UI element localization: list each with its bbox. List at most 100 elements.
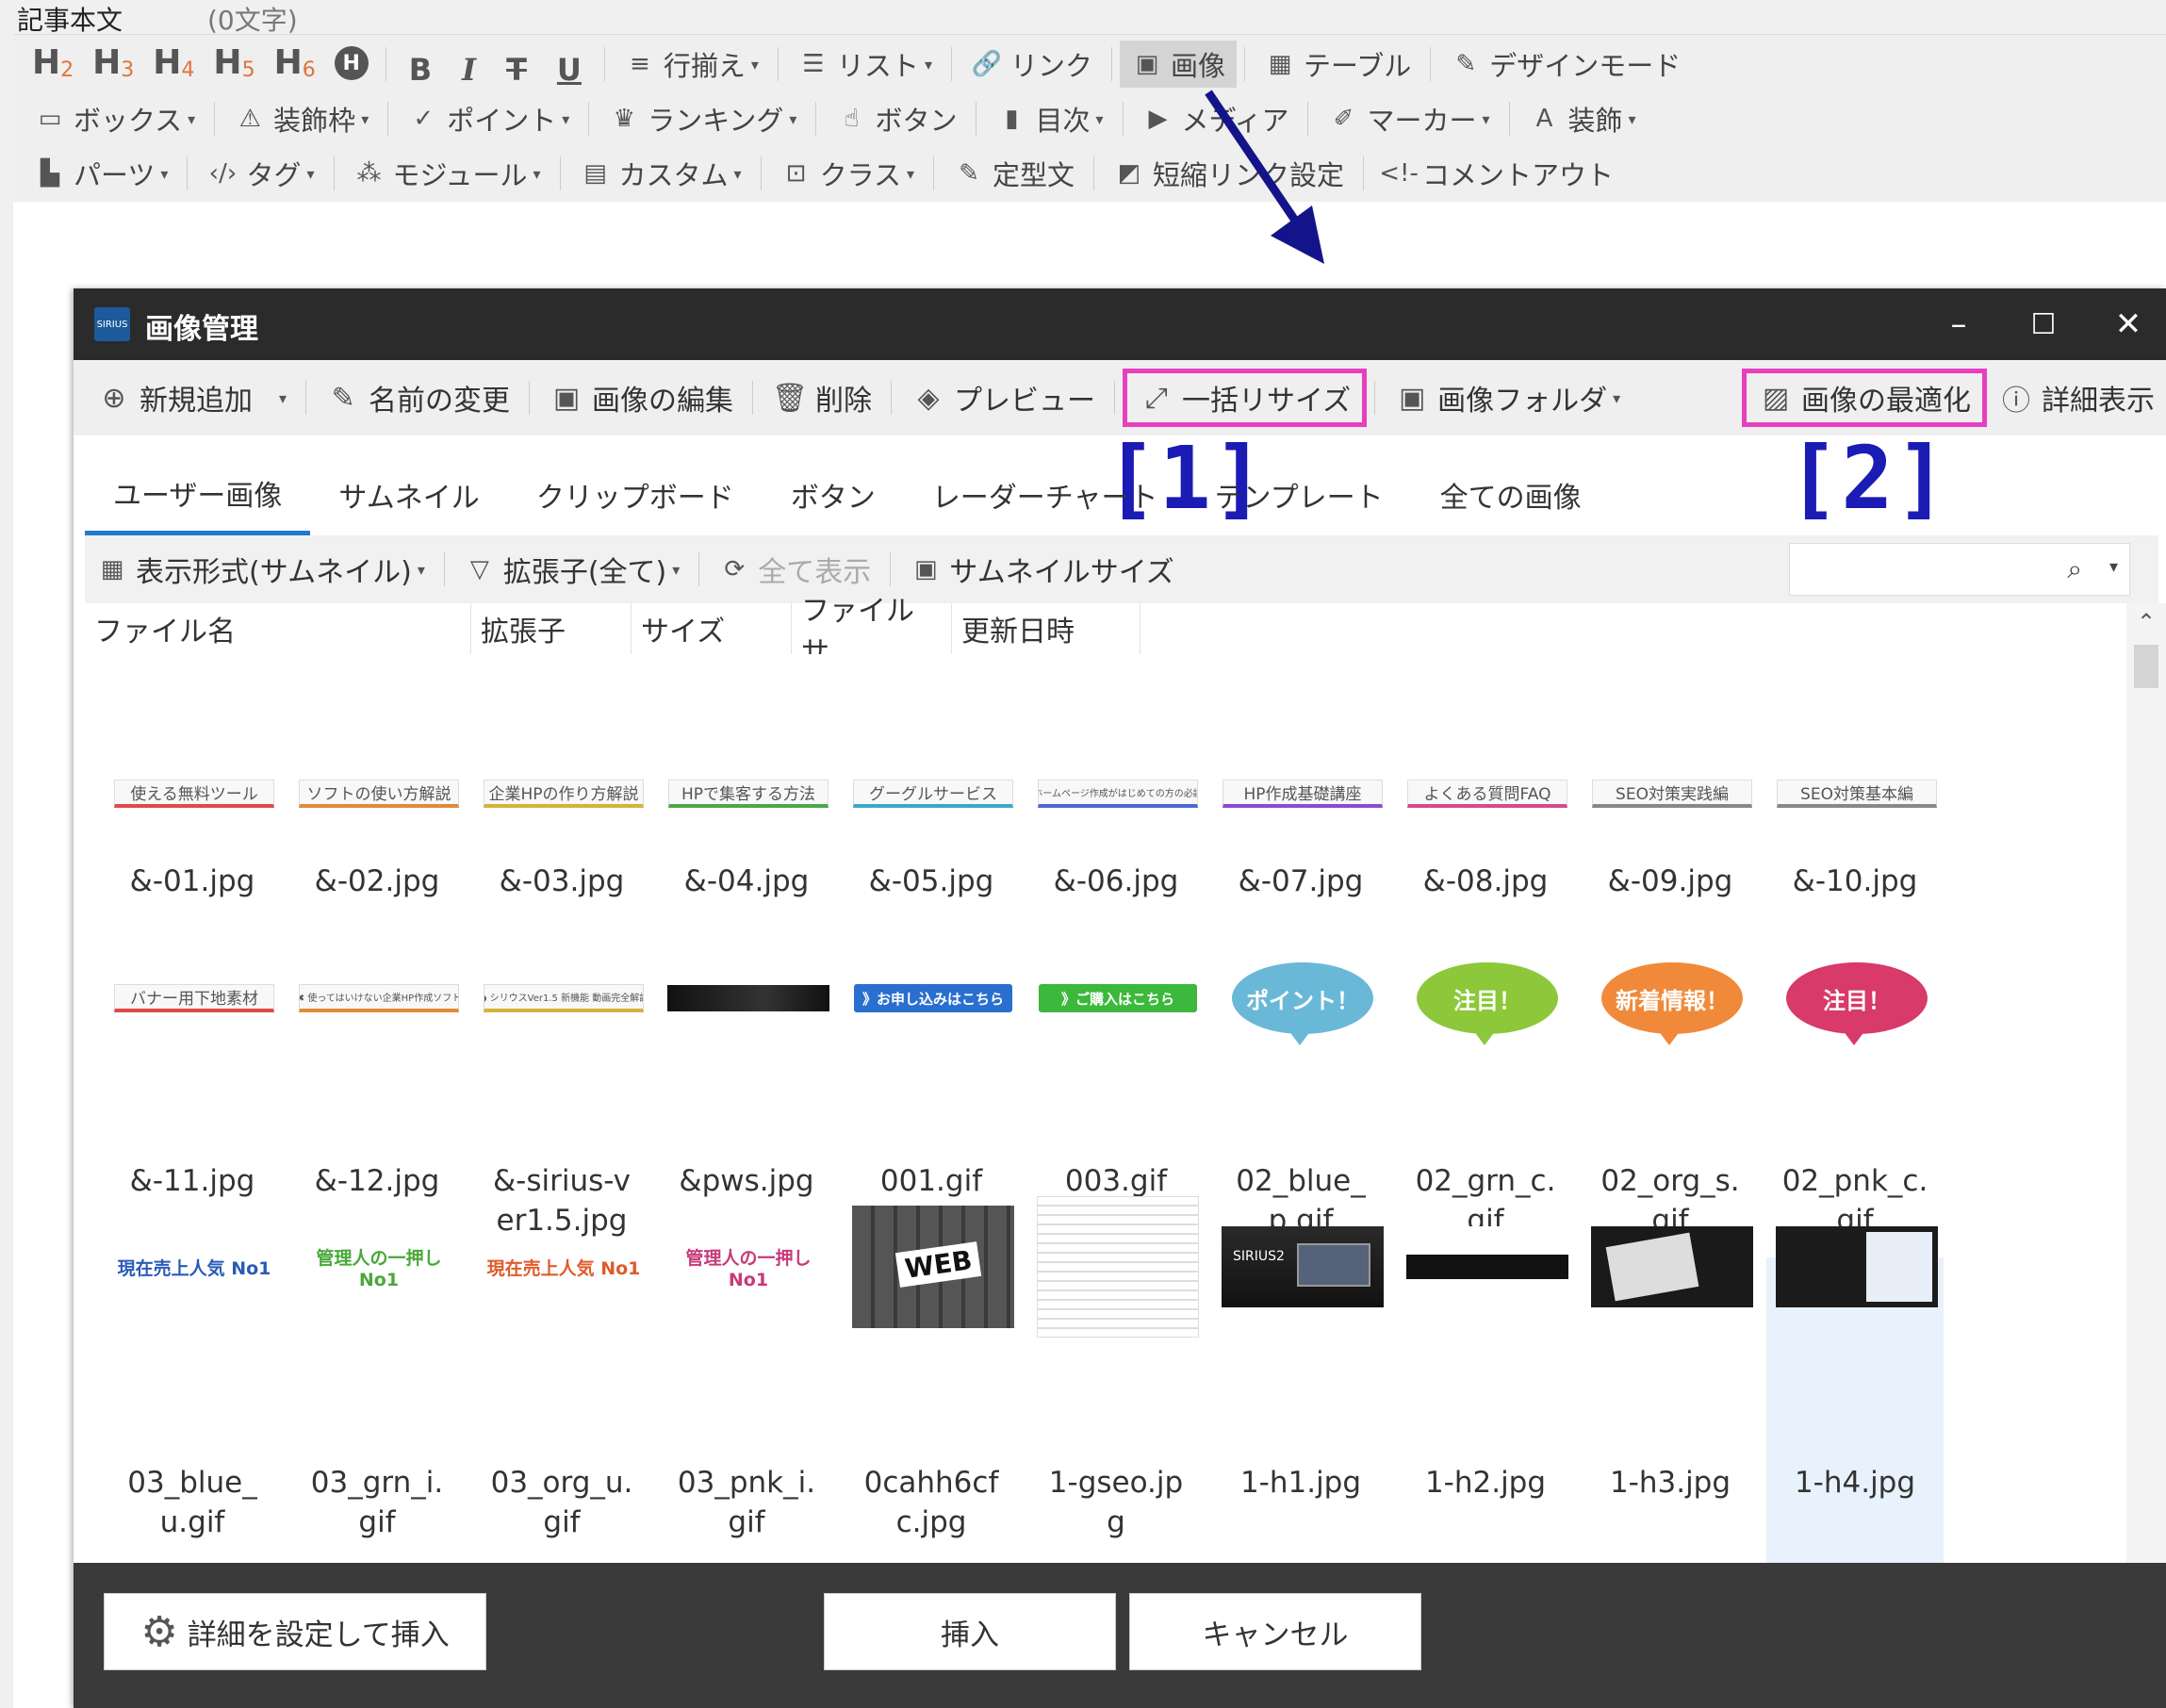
column-header[interactable]: 更新日時	[952, 603, 1140, 654]
maximize-button[interactable]: ☐	[2006, 298, 2081, 351]
editor-design-mode-button[interactable]: ✎ デザインモード	[1438, 41, 1692, 88]
vertical-scrollbar[interactable]: ⌃ ⌄	[2126, 603, 2166, 1650]
editor-code-tag-button[interactable]: ‹/› タグ ▾	[195, 150, 325, 197]
search-icon[interactable]: ⌕	[2067, 553, 2082, 585]
editor-box-button[interactable]: ▭ ボックス ▾	[23, 95, 206, 142]
file-name: 1-h1.jpg	[1239, 1466, 1362, 1500]
minimize-button[interactable]: –	[1921, 298, 1996, 351]
filter-refresh-button[interactable]: ⟳ 全て表示	[707, 546, 882, 593]
editor-book-button[interactable]: ▮ 目次 ▾	[984, 95, 1114, 142]
search-box[interactable]: ⌕ ▾	[1789, 543, 2130, 596]
chevron-down-icon: ▾	[733, 164, 742, 183]
insert-button[interactable]: 挿入	[824, 1593, 1116, 1670]
editor-font-size-button[interactable]: A 装飾 ▾	[1518, 95, 1648, 142]
editor-align-button[interactable]: ≡ 行揃え ▾	[613, 41, 770, 88]
editor-toolbar: H 2 H 3 H 4 H 5 H 6 H B I T U ≡ 行揃え ▾ ☰ リスト ▾ 🔗 リンク ▣ 画像 ▦ テーブル ✎ デザ…	[13, 34, 2166, 202]
thumbnail-frame	[667, 928, 829, 1069]
column-header[interactable]: 拡張子	[471, 603, 632, 654]
chevron-down-icon[interactable]: ▾	[2109, 557, 2118, 577]
heading-h6-button[interactable]: H6	[265, 41, 325, 88]
dialog-trash-button[interactable]: 🗑 削除	[761, 369, 883, 427]
heading-circle-button[interactable]: H	[325, 41, 378, 88]
editor-label: コメントアウト	[1422, 159, 1615, 191]
column-header[interactable]: サイズ	[632, 603, 792, 654]
editor-toolbar-row-3: ▙ パーツ ▾ ‹/› タグ ▾ ⁂ モジュール ▾ ▤ カスタム ▾ ⊡ クラス ▾ ✎ 定型文 ◩ 短縮リンク設…	[23, 148, 1625, 199]
heading-h4-button[interactable]: H4	[143, 41, 204, 88]
tab-5[interactable]: テンプレート	[1187, 454, 1412, 535]
arrow-annotation	[1205, 90, 1324, 264]
editor-check-circle-button[interactable]: ✓ ポイント ▾	[396, 95, 581, 142]
editor-template-button[interactable]: ✎ 定型文	[942, 150, 1086, 197]
tab-6[interactable]: 全ての画像	[1412, 454, 1610, 535]
tab-0[interactable]: ユーザー画像	[85, 454, 311, 535]
editor-crown-button[interactable]: ♛ ランキング ▾	[597, 95, 808, 142]
dialog-info-button[interactable]: ⓘ 詳細表示	[1987, 369, 2166, 427]
editor-parts-button[interactable]: ▙ パーツ ▾	[23, 150, 179, 197]
editor-table-button[interactable]: ▦ テーブル	[1253, 41, 1422, 88]
dialog-optimize-button[interactable]: ▨ 画像の最適化	[1742, 369, 1987, 427]
tab-2[interactable]: クリップボード	[508, 454, 763, 535]
tab-3[interactable]: ボタン	[763, 454, 904, 535]
heading-h5-button[interactable]: H5	[204, 41, 264, 88]
column-header[interactable]: ファイルサ...	[792, 595, 952, 669]
check-circle-icon: ✓	[413, 105, 435, 133]
editor-list-button[interactable]: ☰ リスト ▾	[786, 41, 944, 88]
editor-custom-button[interactable]: ▤ カスタム ▾	[568, 150, 753, 197]
thumbnail-frame: 新着情報！	[1591, 928, 1753, 1069]
dialog-pencil-button[interactable]: ✎ 名前の変更	[314, 369, 521, 427]
heading-h2-button[interactable]: H2	[23, 41, 83, 88]
toolbar-divider	[529, 381, 531, 415]
thumbnail-image: 新着情報！	[1601, 962, 1743, 1045]
tab-4[interactable]: レーダーチャート	[904, 454, 1187, 535]
dialog-image-folder-button[interactable]: ▣ 画像フォルダ ▾	[1383, 369, 1632, 427]
editor-marker-button[interactable]: ✐ マーカー ▾	[1316, 95, 1501, 142]
editor-comment-out-button[interactable]: <!- コメントアウト	[1371, 150, 1625, 197]
char-count: (0文字)	[207, 5, 298, 36]
column-header[interactable]: ファイル名	[85, 603, 471, 654]
module-icon: ⁂	[356, 159, 382, 188]
editor-label: ポイント	[447, 105, 557, 137]
editor-module-button[interactable]: ⁂ モジュール ▾	[342, 150, 552, 197]
cancel-button[interactable]: キャンセル	[1129, 1593, 1421, 1670]
thumbnail-frame: HP作成基礎講座	[1222, 765, 1384, 822]
optimize-icon: ▨	[1762, 381, 1790, 415]
scroll-thumb[interactable]	[2134, 645, 2158, 688]
editor-label: カスタム	[618, 159, 729, 191]
tab-1[interactable]: サムネイル	[310, 454, 507, 535]
filter-filter-button[interactable]: ▽ 拡張子(全て) ▾	[452, 546, 691, 593]
heading-h3-button[interactable]: H3	[83, 41, 143, 88]
filter-grid-view-button[interactable]: ▦ 表示形式(サムネイル) ▾	[85, 546, 436, 593]
editor-label: 画像	[1170, 50, 1225, 82]
bold-button[interactable]: B	[394, 41, 447, 88]
scroll-up-icon[interactable]: ⌃	[2126, 609, 2166, 635]
italic-button[interactable]: I	[447, 41, 491, 88]
filter-thumbnail-size-button[interactable]: ▣ サムネイルサイズ	[898, 546, 1186, 593]
thumbnail-image: 注目！	[1417, 962, 1558, 1045]
thumbnail-frame: 使える無料ツール	[113, 765, 275, 822]
dialog-resize-button[interactable]: ⤢ 一括リサイズ	[1123, 369, 1368, 427]
dialog-image-edit-button[interactable]: ▣ 画像の編集	[537, 369, 745, 427]
thumbnail-frame	[1776, 1163, 1938, 1371]
editor-label: 定型文	[993, 159, 1075, 191]
thumbnail-image	[1037, 1196, 1199, 1338]
book-icon: ▮	[1005, 105, 1019, 133]
search-input[interactable]	[1790, 544, 2063, 593]
toolbar-divider	[305, 381, 307, 415]
strike-button[interactable]: T	[491, 41, 542, 88]
dialog-preview-button[interactable]: ◈ プレビュー	[899, 369, 1107, 427]
editor-warning-frame-button[interactable]: ⚠ 装飾枠 ▾	[222, 95, 380, 142]
dialog-label: 名前の変更	[369, 385, 511, 418]
underline-button[interactable]: U	[542, 41, 597, 88]
detail-insert-button[interactable]: ⚙ 詳細を設定して挿入	[104, 1593, 486, 1670]
editor-image-button[interactable]: ▣ 画像	[1119, 41, 1237, 88]
editor-link-button[interactable]: 🔗 リンク	[960, 41, 1104, 88]
editor-pointer-button[interactable]: ☝ ボタン	[824, 95, 968, 142]
dialog-titlebar[interactable]: SIRIUS 画像管理 – ☐ ✕	[74, 288, 2166, 360]
heading-level: 2	[60, 58, 74, 82]
dialog-add-circle-button[interactable]: ⊕ 新規追加 ▾	[85, 369, 298, 427]
article-body-label: 記事本文	[17, 5, 123, 36]
editor-class-button[interactable]: ⊡ クラス ▾	[769, 150, 926, 197]
dialog-label: 画像フォルダ	[1437, 385, 1608, 418]
thumbnail-frame: 》ご購入はこちら	[1037, 928, 1199, 1069]
close-button[interactable]: ✕	[2091, 298, 2166, 351]
